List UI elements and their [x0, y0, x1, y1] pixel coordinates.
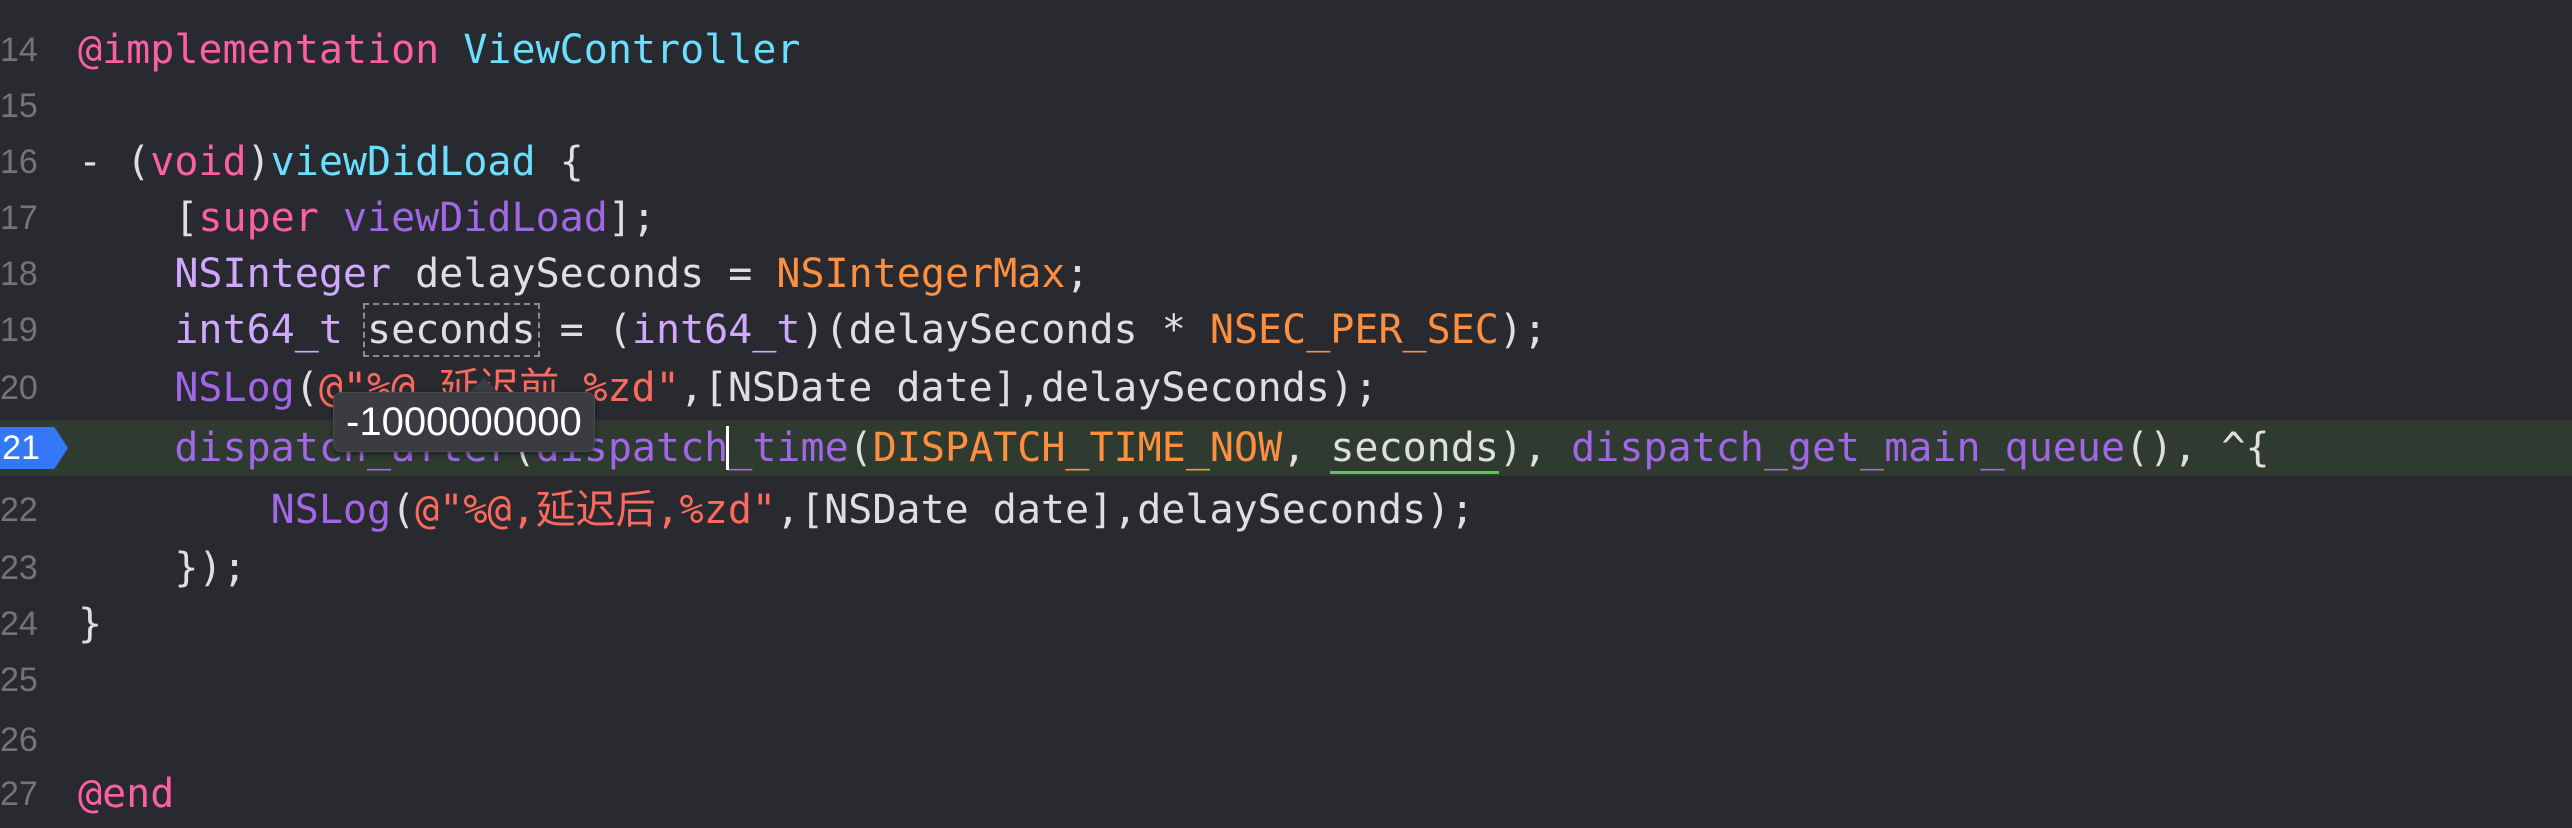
type-name: int64_t	[631, 307, 801, 353]
line-number[interactable]: 16	[0, 134, 38, 190]
code-text[interactable]: }	[78, 596, 102, 652]
punctuation: (), ^{	[2125, 425, 2270, 471]
punctuation: [	[174, 195, 199, 241]
keyword: @implementation	[78, 27, 440, 73]
code-line-14[interactable]: 14 @implementation ViewController	[0, 22, 2572, 78]
code-line-18[interactable]: 18 NSInteger delaySeconds = NSIntegerMax…	[0, 246, 2572, 302]
code-text[interactable]: @implementation ViewController	[78, 22, 800, 78]
variable-value-tooltip[interactable]: -1000000000	[333, 392, 595, 452]
arguments: ,[NSDate date],delaySeconds);	[679, 365, 1379, 411]
line-number[interactable]: 14	[0, 22, 38, 78]
hovered-variable[interactable]: seconds	[363, 303, 540, 357]
punctuation: ),	[1498, 425, 1572, 471]
method-name: viewDidLoad	[270, 139, 536, 185]
text-cursor	[726, 426, 729, 470]
punctuation: ,	[1282, 425, 1331, 471]
punctuation: (	[294, 365, 319, 411]
line-number[interactable]: 15	[0, 78, 38, 134]
punctuation: );	[1498, 307, 1548, 353]
code-text[interactable]: NSLog(@"%@,延迟后,%zd",[NSDate date],delayS…	[78, 482, 1475, 538]
code-line-26[interactable]: 26	[0, 712, 2572, 768]
line-number[interactable]: 21	[0, 420, 40, 476]
method-call: viewDidLoad	[342, 195, 608, 241]
code-text[interactable]: int64_t seconds = (int64_t)(delaySeconds…	[78, 302, 1547, 358]
punctuation: (	[391, 487, 416, 533]
constant: NSEC_PER_SEC	[1209, 307, 1499, 353]
type-name: int64_t	[174, 307, 343, 353]
punctuation: )	[246, 139, 271, 185]
code-line-19[interactable]: 19 int64_t seconds = (int64_t)(delaySeco…	[0, 302, 2572, 358]
line-number[interactable]: 23	[0, 540, 38, 596]
line-number[interactable]: 25	[0, 652, 38, 708]
line-number[interactable]: 20	[0, 360, 38, 416]
code-editor[interactable]: 14 @implementation ViewController 15 16 …	[0, 0, 2572, 828]
punctuation: (	[848, 425, 873, 471]
keyword: void	[150, 139, 247, 185]
keyword: super	[198, 195, 319, 241]
constant: DISPATCH_TIME_NOW	[872, 425, 1283, 471]
punctuation: ;	[1065, 251, 1090, 297]
line-number[interactable]: 27	[0, 766, 38, 822]
function-call: NSLog	[270, 487, 392, 533]
arguments: ,[NSDate date],delaySeconds);	[776, 487, 1475, 533]
identifier: delaySeconds =	[391, 251, 777, 297]
code-text[interactable]: });	[78, 540, 247, 596]
tooltip-pointer	[470, 378, 498, 392]
line-number[interactable]: 17	[0, 190, 38, 246]
code-text[interactable]: NSInteger delaySeconds = NSIntegerMax;	[78, 246, 1089, 302]
code-text[interactable]: - (void)viewDidLoad {	[78, 134, 584, 190]
class-name: ViewController	[463, 27, 801, 73]
code-line-23[interactable]: 23 });	[0, 540, 2572, 596]
line-number[interactable]: 18	[0, 246, 38, 302]
line-number[interactable]: 22	[0, 482, 38, 538]
code-line-25[interactable]: 25	[0, 652, 2572, 708]
punctuation: {	[535, 139, 584, 185]
keyword: @end	[78, 771, 175, 817]
punctuation: });	[174, 545, 247, 591]
code-text[interactable]: [super viewDidLoad];	[78, 190, 656, 246]
line-number[interactable]: 26	[0, 712, 38, 768]
operator: = (	[535, 307, 632, 353]
code-text[interactable]: NSLog(@"%@,延迟前,%zd",[NSDate date],delayS…	[78, 360, 1378, 416]
punctuation: - (	[78, 139, 151, 185]
punctuation: }	[78, 601, 103, 647]
line-number[interactable]: 24	[0, 596, 38, 652]
variable-reference[interactable]: seconds	[1330, 425, 1499, 474]
function-call: dispatch_get_main_queue	[1571, 425, 2126, 471]
code-text[interactable]: @end	[78, 766, 174, 822]
punctuation: ];	[607, 195, 657, 241]
code-line-17[interactable]: 17 [super viewDidLoad];	[0, 190, 2572, 246]
code-line-27[interactable]: 27 @end	[0, 766, 2572, 822]
line-number[interactable]: 19	[0, 302, 38, 358]
function-call: NSLog	[174, 365, 295, 411]
constant: NSIntegerMax	[776, 251, 1066, 297]
string-literal: @"%@,延迟后,%zd"	[415, 487, 776, 533]
expression: )(delaySeconds *	[800, 307, 1210, 353]
type-name: NSInteger	[174, 251, 392, 297]
code-line-16[interactable]: 16 - (void)viewDidLoad {	[0, 134, 2572, 190]
code-line-22[interactable]: 22 NSLog(@"%@,延迟后,%zd",[NSDate date],del…	[0, 482, 2572, 538]
code-line-15[interactable]: 15	[0, 78, 2572, 134]
code-line-24[interactable]: 24 }	[0, 596, 2572, 652]
